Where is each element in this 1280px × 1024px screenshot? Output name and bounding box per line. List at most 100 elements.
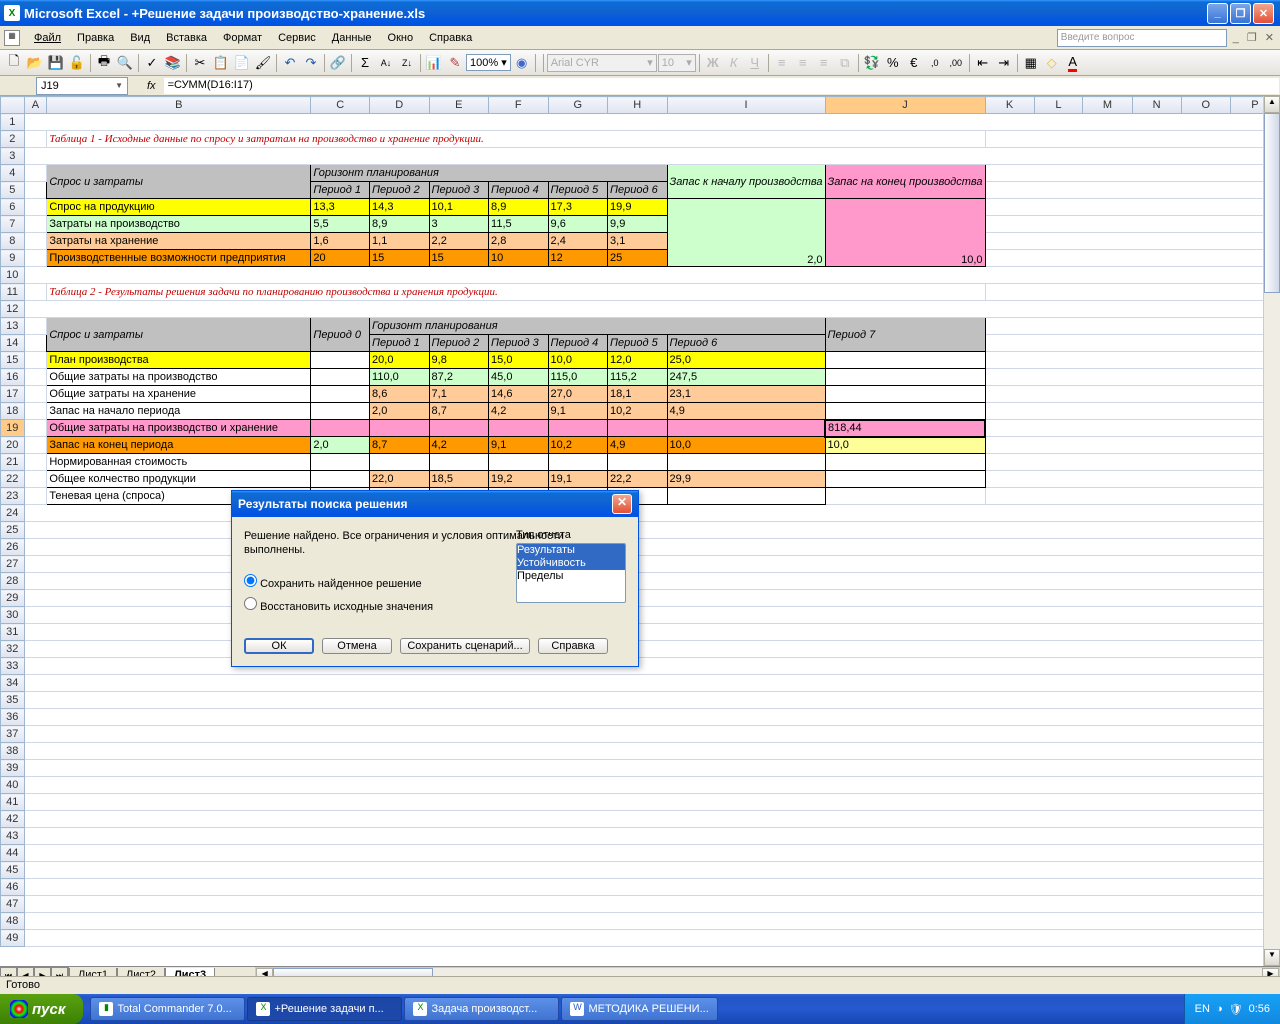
start-button[interactable]: пуск <box>0 994 83 1024</box>
menu-tools[interactable]: Сервис <box>270 29 324 47</box>
menu-insert[interactable]: Вставка <box>158 29 215 47</box>
word-icon: W <box>570 1002 584 1016</box>
save-icon[interactable]: 💾 <box>46 53 66 73</box>
menu-file[interactable]: Файл <box>26 29 69 47</box>
window-title: Microsoft Excel - +Решение задачи произв… <box>24 6 1207 21</box>
title-bar: X Microsoft Excel - +Решение задачи прои… <box>0 0 1280 26</box>
system-tray[interactable]: EN ◑ 🛡 0:56 <box>1184 994 1280 1024</box>
excel-icon: X <box>256 1002 270 1016</box>
redo-icon[interactable]: ↷ <box>301 53 321 73</box>
fx-icon[interactable]: fx <box>132 80 164 92</box>
document-icon[interactable]: ▦ <box>4 30 20 46</box>
drawing-icon[interactable]: ✎ <box>445 53 465 73</box>
scroll-up-icon[interactable]: ▲ <box>1264 96 1280 113</box>
scroll-thumb[interactable] <box>1264 113 1280 293</box>
underline-icon[interactable]: Ч <box>745 53 765 73</box>
chart-icon[interactable]: 📊 <box>424 53 444 73</box>
font-size-combo[interactable]: 10▾ <box>658 54 696 72</box>
align-right-icon[interactable]: ≡ <box>814 53 834 73</box>
formula-bar: J19▼ fx =СУММ(D16:I17) <box>0 76 1280 96</box>
print-icon[interactable]: 🖶 <box>94 53 114 73</box>
table2-title: Таблица 2 - Результаты решения задачи по… <box>47 284 985 301</box>
excel-icon: X <box>413 1002 427 1016</box>
currency-icon[interactable]: 💱 <box>862 53 882 73</box>
euro-icon[interactable]: € <box>904 53 924 73</box>
tray-icon[interactable]: 🛡 <box>1229 1003 1243 1016</box>
table1-title: Таблица 1 - Исходные данные по спросу и … <box>47 131 985 148</box>
help-search-input[interactable]: Введите вопрос <box>1057 29 1227 47</box>
spreadsheet-grid[interactable]: AB CD EF GH IJ KL MN OP 1 2Таблица 1 - И… <box>0 96 1280 966</box>
autosum-icon[interactable]: Σ <box>355 53 375 73</box>
excel-icon: X <box>4 5 20 21</box>
menu-window[interactable]: Окно <box>380 29 422 47</box>
dialog-title-bar[interactable]: Результаты поиска решения ✕ <box>232 491 638 517</box>
increase-indent-icon[interactable]: ⇥ <box>994 53 1014 73</box>
cut-icon[interactable]: ✂ <box>190 53 210 73</box>
menu-view[interactable]: Вид <box>122 29 158 47</box>
sort-asc-icon[interactable]: A↓ <box>376 53 396 73</box>
menu-help[interactable]: Справка <box>421 29 480 47</box>
doc-minimize-button[interactable]: _ <box>1231 32 1241 44</box>
column-headers[interactable]: AB CD EF GH IJ KL MN OP <box>1 97 1280 114</box>
scroll-down-icon[interactable]: ▼ <box>1264 949 1280 966</box>
menu-data[interactable]: Данные <box>324 29 380 47</box>
copy-icon[interactable]: 📋 <box>211 53 231 73</box>
totalcmd-icon: ▮ <box>99 1002 113 1016</box>
language-indicator[interactable]: EN <box>1195 1003 1210 1015</box>
borders-icon[interactable]: ▦ <box>1021 53 1041 73</box>
clock[interactable]: 0:56 <box>1249 1003 1270 1015</box>
format-painter-icon[interactable]: 🖌 <box>253 53 273 73</box>
windows-logo-icon <box>10 1000 28 1018</box>
italic-icon[interactable]: К <box>724 53 744 73</box>
taskbar-item-excel-2[interactable]: XЗадача производст... <box>404 997 559 1021</box>
bold-icon[interactable]: Ж <box>703 53 723 73</box>
minimize-button[interactable]: _ <box>1207 3 1228 24</box>
font-combo[interactable]: Arial CYR▾ <box>547 54 657 72</box>
hyperlink-icon[interactable]: 🔗 <box>328 53 348 73</box>
taskbar-item-totalcmd[interactable]: ▮Total Commander 7.0... <box>90 997 245 1021</box>
status-bar: Готово <box>0 976 1280 994</box>
research-icon[interactable]: 📚 <box>163 53 183 73</box>
sort-desc-icon[interactable]: Z↓ <box>397 53 417 73</box>
fill-color-icon[interactable]: ◇ <box>1042 53 1062 73</box>
menu-format[interactable]: Формат <box>215 29 270 47</box>
restore-button[interactable]: ❐ <box>1230 3 1251 24</box>
formula-input[interactable]: =СУММ(D16:I17) <box>164 77 1280 95</box>
active-cell[interactable]: 818,44 <box>825 420 985 437</box>
decrease-indent-icon[interactable]: ⇤ <box>973 53 993 73</box>
select-all-corner[interactable] <box>1 97 25 114</box>
new-icon[interactable]: 🗋 <box>4 53 24 73</box>
zoom-combo[interactable]: 100% ▾ <box>466 54 511 71</box>
paste-icon[interactable]: 📄 <box>232 53 252 73</box>
spelling-icon[interactable]: ✓ <box>142 53 162 73</box>
doc-restore-button[interactable]: ❐ <box>1245 31 1259 44</box>
cancel-button[interactable]: Отмена <box>322 638 392 654</box>
name-box[interactable]: J19▼ <box>36 77 128 95</box>
tray-icon[interactable]: ◑ <box>1216 1003 1223 1015</box>
close-button[interactable]: ✕ <box>1253 3 1274 24</box>
help-icon[interactable]: ◉ <box>512 53 532 73</box>
undo-icon[interactable]: ↶ <box>280 53 300 73</box>
font-color-icon[interactable]: A <box>1063 53 1083 73</box>
vertical-scrollbar[interactable]: ▲ ▼ <box>1263 96 1280 966</box>
taskbar-item-word[interactable]: WМЕТОДИКА РЕШЕНИ... <box>561 997 717 1021</box>
report-type-list[interactable]: Результаты Устойчивость Пределы <box>516 543 626 603</box>
preview-icon[interactable]: 🔍 <box>115 53 135 73</box>
help-button[interactable]: Справка <box>538 638 608 654</box>
menu-edit[interactable]: Правка <box>69 29 122 47</box>
permission-icon[interactable]: 🔓 <box>67 53 87 73</box>
increase-decimal-icon[interactable]: ,0 <box>925 53 945 73</box>
percent-icon[interactable]: % <box>883 53 903 73</box>
dialog-close-button[interactable]: ✕ <box>612 494 632 514</box>
windows-taskbar: пуск ▮Total Commander 7.0... X+Решение з… <box>0 994 1280 1024</box>
align-center-icon[interactable]: ≡ <box>793 53 813 73</box>
save-scenario-button[interactable]: Сохранить сценарий... <box>400 638 530 654</box>
report-type-label: Тип отчета <box>516 529 626 541</box>
open-icon[interactable]: 📂 <box>25 53 45 73</box>
taskbar-item-excel-1[interactable]: X+Решение задачи п... <box>247 997 402 1021</box>
doc-close-button[interactable]: ✕ <box>1263 31 1276 44</box>
decrease-decimal-icon[interactable]: ,00 <box>946 53 966 73</box>
align-left-icon[interactable]: ≡ <box>772 53 792 73</box>
ok-button[interactable]: ОК <box>244 638 314 654</box>
merge-icon[interactable]: ⧉ <box>835 53 855 73</box>
